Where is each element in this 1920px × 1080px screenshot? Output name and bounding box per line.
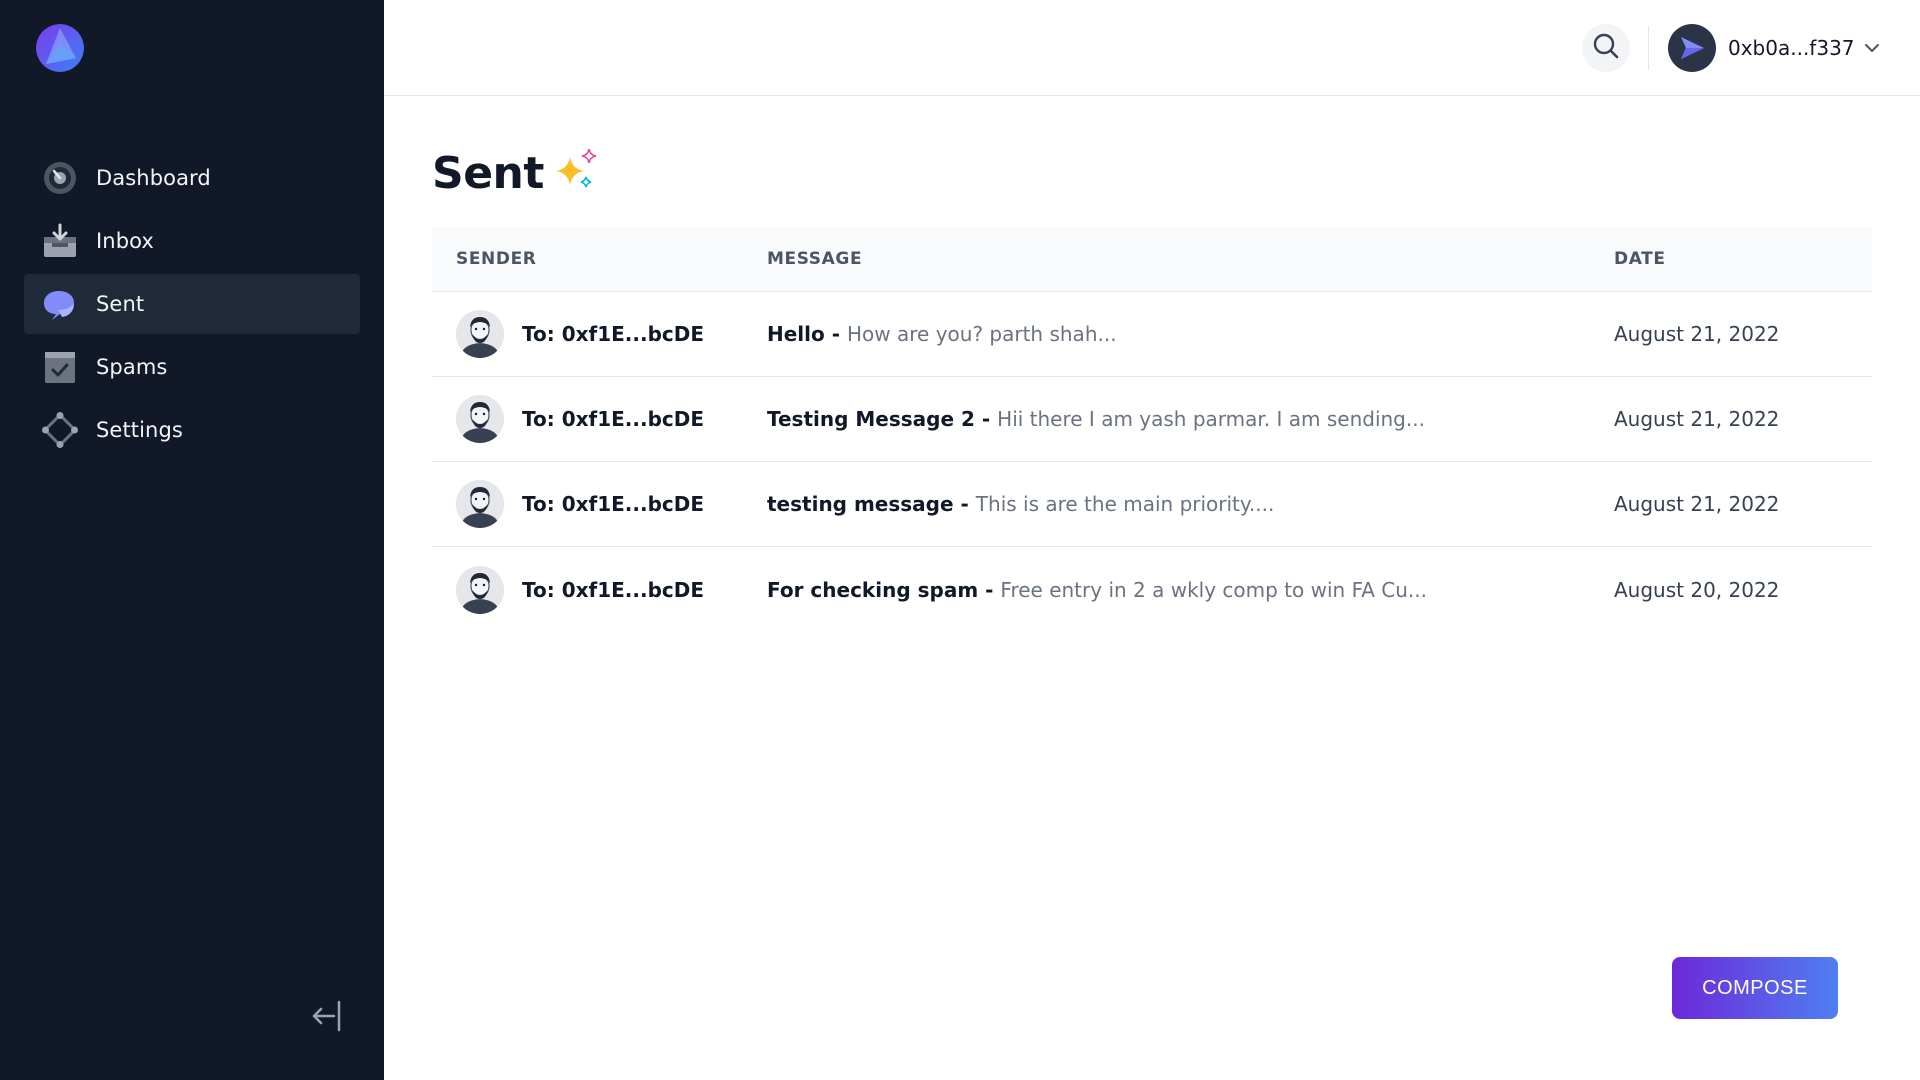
date-cell: August 20, 2022: [1614, 577, 1780, 602]
sidebar-item-label: Sent: [96, 292, 145, 316]
sidebar-item-label: Dashboard: [96, 166, 211, 190]
sidebar: Dashboard Inbox Sent Spams Settings: [0, 0, 384, 1080]
sender-cell: To: 0xf1E...bcDE: [432, 395, 767, 443]
sidebar-item-label: Inbox: [96, 229, 154, 253]
recipient-address: To: 0xf1E...bcDE: [522, 322, 705, 346]
chevron-down-icon: [1863, 39, 1881, 57]
compose-button[interactable]: COMPOSE: [1672, 957, 1838, 1019]
table-row[interactable]: To: 0xf1E...bcDE For checking spam - Fre…: [432, 547, 1872, 632]
avatar: [456, 480, 504, 528]
message-cell: For checking spam - Free entry in 2 a wk…: [767, 578, 1614, 602]
sidebar-item-sent[interactable]: Sent: [24, 274, 360, 334]
table-row[interactable]: To: 0xf1E...bcDE Testing Message 2 - Hii…: [432, 377, 1872, 462]
inbox-icon: [42, 223, 78, 259]
message-preview: Hii there I am yash parmar. I am sending…: [997, 407, 1425, 431]
sender-cell: To: 0xf1E...bcDE: [432, 480, 767, 528]
message-separator: -: [953, 492, 976, 516]
message-preview: Free entry in 2 a wkly comp to win FA Cu…: [1000, 577, 1427, 602]
sidebar-item-label: Spams: [96, 355, 168, 379]
sidebar-item-inbox[interactable]: Inbox: [24, 211, 360, 271]
app-logo-icon[interactable]: [36, 24, 84, 72]
search-button[interactable]: [1582, 24, 1630, 72]
header-divider: [1648, 26, 1649, 70]
spam-clipboard-icon: [42, 349, 78, 385]
page-title: Sent: [432, 148, 544, 199]
page-header: Sent: [432, 148, 602, 199]
table-body: To: 0xf1E...bcDE Hello - How are you? pa…: [432, 292, 1872, 632]
search-icon: [1592, 32, 1620, 64]
message-separator: -: [978, 577, 1001, 602]
dashboard-icon: [42, 160, 78, 196]
sidebar-nav: Dashboard Inbox Sent Spams Settings: [24, 148, 360, 463]
column-header-sender: SENDER: [456, 249, 537, 269]
table-row[interactable]: To: 0xf1E...bcDE Hello - How are you? pa…: [432, 292, 1872, 377]
table-header: SENDER MESSAGE DATE: [432, 227, 1872, 292]
sparkles-icon: [555, 148, 602, 199]
recipient-address: To: 0xf1E...bcDE: [522, 407, 705, 431]
account-address: 0xb0a...f337: [1728, 36, 1855, 60]
sender-cell: To: 0xf1E...bcDE: [432, 565, 767, 614]
date-cell: August 21, 2022: [1614, 407, 1780, 431]
main-content: Sent SENDER MESSAGE DATE To: 0xf1E...bcD…: [384, 96, 1920, 1080]
message-separator: -: [824, 322, 847, 346]
message-subject: For checking spam: [767, 577, 979, 602]
collapse-sidebar-button[interactable]: [304, 998, 344, 1038]
sender-cell: To: 0xf1E...bcDE: [432, 310, 767, 358]
message-preview: This is are the main priority....: [975, 492, 1275, 516]
recipient-address: To: 0xf1E...bcDE: [522, 492, 705, 516]
avatar: [456, 565, 504, 614]
avatar: [456, 310, 504, 358]
top-bar: 0xb0a...f337: [384, 0, 1920, 96]
chat-bubble-icon: [42, 286, 78, 322]
message-subject: Testing Message 2: [767, 407, 975, 431]
recipient-address: To: 0xf1E...bcDE: [522, 577, 705, 602]
app-root: Dashboard Inbox Sent Spams Settings 0xb0…: [0, 0, 1920, 1080]
table-row[interactable]: To: 0xf1E...bcDE testing message - This …: [432, 462, 1872, 547]
column-header-date: DATE: [1614, 249, 1666, 269]
collapse-arrow-left-icon: [306, 998, 342, 1038]
column-header-message: MESSAGE: [767, 249, 863, 269]
message-subject: Hello: [767, 322, 825, 346]
sidebar-item-settings[interactable]: Settings: [24, 400, 360, 460]
sent-messages-table: SENDER MESSAGE DATE To: 0xf1E...bcDE Hel…: [432, 227, 1872, 632]
settings-nodes-icon: [42, 412, 78, 448]
sidebar-item-label: Settings: [96, 418, 183, 442]
message-preview: How are you? parth shah...: [847, 322, 1117, 346]
sidebar-item-spams[interactable]: Spams: [24, 337, 360, 397]
account-menu[interactable]: 0xb0a...f337: [1668, 24, 1881, 72]
message-cell: Testing Message 2 - Hii there I am yash …: [767, 407, 1614, 431]
message-subject: testing message: [767, 492, 954, 516]
date-cell: August 21, 2022: [1614, 492, 1780, 516]
message-separator: -: [974, 407, 998, 431]
send-arrow-icon: [1668, 24, 1716, 72]
avatar: [456, 395, 504, 443]
message-cell: Hello - How are you? parth shah...: [767, 322, 1614, 346]
message-cell: testing message - This is are the main p…: [767, 492, 1614, 516]
date-cell: August 21, 2022: [1614, 322, 1780, 346]
sidebar-item-dashboard[interactable]: Dashboard: [24, 148, 360, 208]
